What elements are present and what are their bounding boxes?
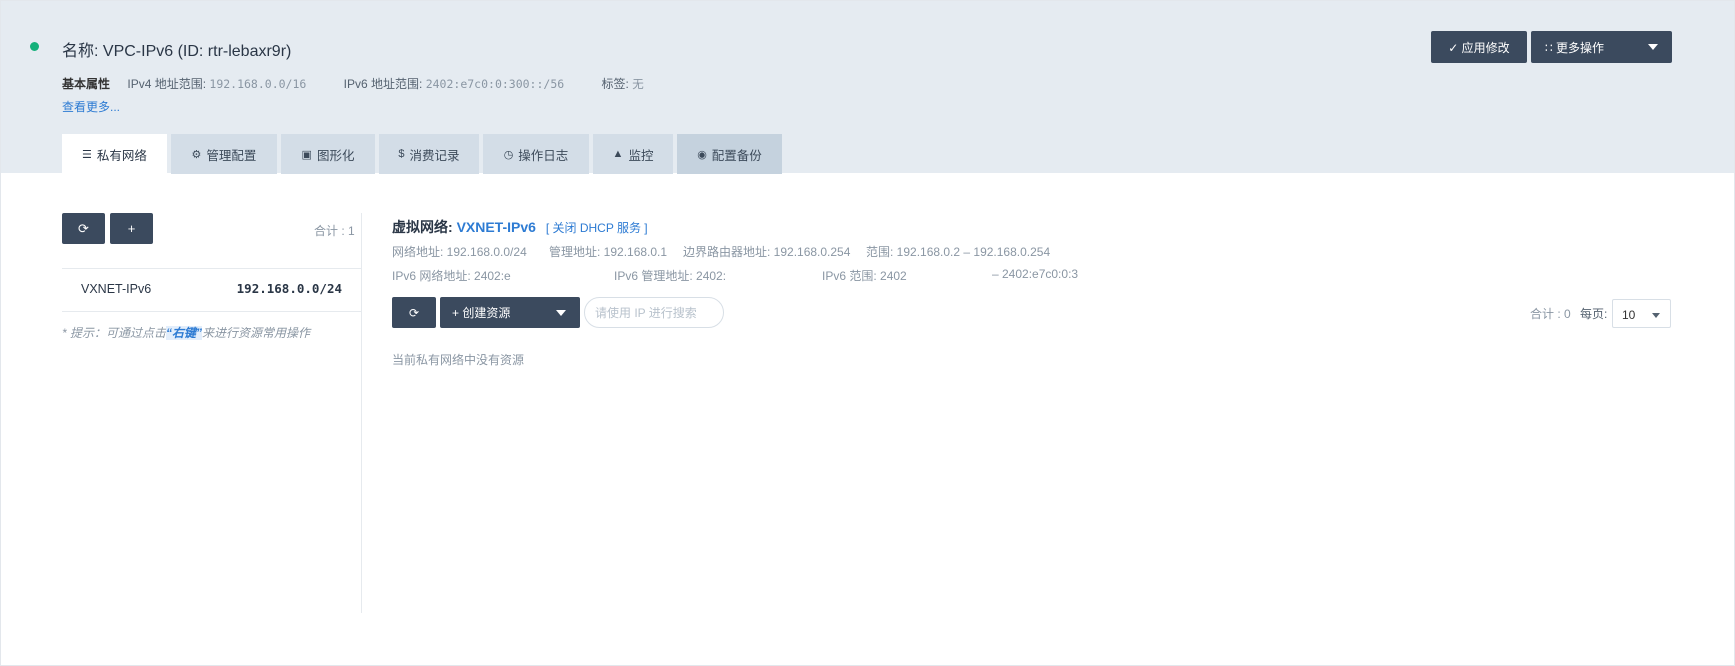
vxnet-name: VXNET-IPv6 [81,282,152,296]
plus-icon: + [127,221,136,236]
per-page-select[interactable]: 10 [1612,299,1671,328]
camera-icon: ◉ [697,148,707,161]
vxnet-total-count: 合计 : 1 [314,224,355,238]
list-icon: ☰ [82,148,92,161]
create-resource-dropdown[interactable]: + 创建资源 [440,297,580,328]
per-page-value: 10 [1622,308,1636,322]
usage-hint: * 提示：可通过点击“右键”来进行资源常用操作 [62,324,310,341]
more-actions-label: ∷ 更多操作 [1545,40,1604,55]
tab-operation-log[interactable]: ◷ 操作日志 [483,134,589,174]
refresh-icon: ⟳ [408,305,420,320]
panel-divider [361,213,362,613]
ipv4-range-value: 192.168.0.0/16 [209,77,307,91]
resource-total-count: 合计 : 0 [1530,307,1571,321]
empty-state-message: 当前私有网络中没有资源 [392,353,525,367]
tags-label: 标签: [601,77,629,91]
chevron-down-icon [1648,44,1658,50]
ip-range: 范围: 192.168.0.2 – 192.168.0.254 [866,245,1051,259]
page-title: 名称: VPC-IPv6 (ID: rtr-lebaxr9r) [62,43,292,60]
resource-header: 名称: VPC-IPv6 (ID: rtr-lebaxr9r) 基本属性 IPv… [1,1,1734,174]
chevron-down-icon [1652,313,1660,318]
list-item[interactable]: VXNET-IPv6 192.168.0.0/24 [62,268,361,312]
hint-highlight: “右键” [166,326,203,340]
vxnet-name-link[interactable]: VXNET-IPv6 [457,219,536,235]
area-chart-icon: ▲ [612,148,624,160]
tags-value: 无 [632,77,644,91]
add-vxnet-button[interactable]: + [110,213,153,244]
tab-bar: ☰ 私有网络 ⚙ 管理配置 ▣ 图形化 $ 消费记录 ◷ 操作日志 ▲ 监控 ◉… [62,134,786,174]
vxnet-ip: 192.168.0.0/24 [236,281,342,296]
tab-label: 私有网络 [96,148,147,163]
clock-icon: ◷ [503,148,514,161]
tab-label: 操作日志 [518,148,569,163]
tab-label: 监控 [628,148,654,163]
network-address: 网络地址: 192.168.0.0/24 [392,245,527,259]
tab-graphical[interactable]: ▣ 图形化 [281,134,375,174]
ipv6-network-address: IPv6 网络地址: 2402:e [392,269,511,283]
resources-refresh-button[interactable]: ⟳ [392,297,436,328]
ipv6-management-address: IPv6 管理地址: 2402: [614,269,727,283]
ipv6-range-start: IPv6 范围: 2402 [822,269,907,283]
management-address: 管理地址: 192.168.0.1 [549,245,668,259]
tab-billing-records[interactable]: $ 消费记录 [379,134,479,174]
tab-config-backup[interactable]: ◉ 配置备份 [677,134,782,174]
create-resource-label: + 创建资源 [452,306,511,320]
per-page-label: 每页: [1580,307,1608,321]
tab-label: 管理配置 [206,148,257,163]
ipv4-range-label: IPv4 地址范围: [127,77,207,91]
border-router-address: 边界路由器地址: 192.168.0.254 [683,245,851,259]
disable-dhcp-link[interactable]: [ 关闭 DHCP 服务 ] [546,221,648,235]
tab-label: 消费记录 [409,148,460,163]
ip-search-input[interactable] [584,297,724,328]
hint-prefix: * 提示：可通过点击 [62,326,167,340]
vxnet-heading-label: 虚拟网络: [392,219,453,235]
apply-changes-button[interactable]: ✓ 应用修改 [1431,31,1527,63]
basic-attributes: 基本属性 IPv4 地址范围: 192.168.0.0/16 IPv6 地址范围… [62,75,678,92]
more-actions-dropdown[interactable]: ∷ 更多操作 [1531,31,1672,63]
tab-private-network[interactable]: ☰ 私有网络 [62,134,167,174]
gears-icon: ⚙ [191,148,202,161]
tab-label: 配置备份 [711,148,762,163]
ipv6-range-value: 2402:e7c0:0:300::/56 [425,77,565,91]
status-indicator [30,42,39,51]
refresh-button[interactable]: ⟳ [62,213,105,244]
image-icon: ▣ [301,148,312,161]
vxnet-heading: 虚拟网络: VXNET-IPv6 [ 关闭 DHCP 服务 ] [392,217,648,237]
hint-suffix: 来进行资源常用操作 [202,326,311,340]
tab-label: 图形化 [316,148,355,163]
dollar-icon: $ [398,148,405,160]
see-more-link[interactable]: 查看更多... [62,98,120,115]
ipv6-range-label: IPv6 地址范围: [343,77,423,91]
basic-attributes-label: 基本属性 [62,77,111,91]
tab-monitoring[interactable]: ▲ 监控 [593,134,673,174]
refresh-icon: ⟳ [78,220,89,236]
ipv6-range-end: – 2402:e7c0:0:3 [992,267,1079,281]
chevron-down-icon [556,310,566,316]
tab-management-config[interactable]: ⚙ 管理配置 [171,134,277,174]
